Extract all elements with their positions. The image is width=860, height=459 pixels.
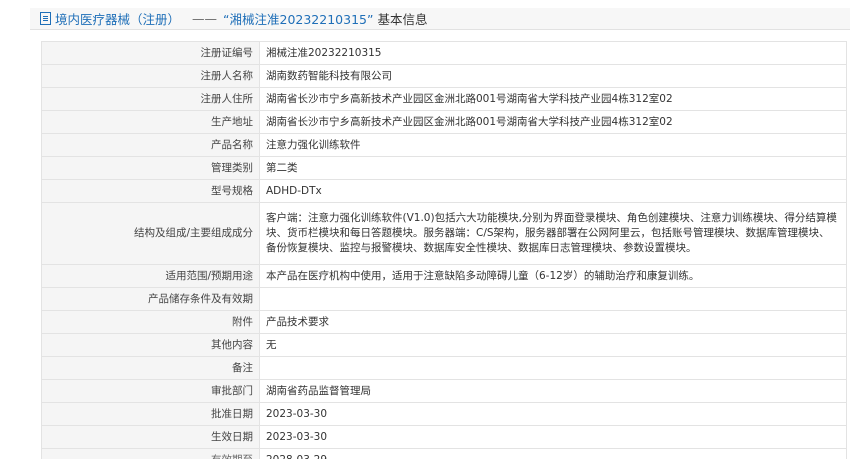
field-value: 注意力强化训练软件 [259, 133, 847, 157]
field-label: 产品名称 [41, 133, 260, 157]
field-label: 批准日期 [41, 402, 260, 426]
field-value [259, 287, 847, 311]
header-registration-number: “湘械注准20232210315” [223, 12, 374, 27]
field-value: 2023-03-30 [259, 402, 847, 426]
table-row: 管理类别 第二类 [41, 156, 847, 180]
field-value: ADHD-DTx [259, 179, 847, 203]
field-label: 审批部门 [41, 379, 260, 403]
document-icon [40, 12, 51, 25]
field-value: 湖南省长沙市宁乡高新技术产业园区金洲北路001号湖南省大学科技产业园4栋312室… [259, 87, 847, 111]
header-separator: —— [192, 11, 218, 26]
table-row: 注册人住所 湖南省长沙市宁乡高新技术产业园区金洲北路001号湖南省大学科技产业园… [41, 87, 847, 111]
field-value: 2028-03-29 [259, 448, 847, 459]
field-label: 有效期至 [41, 448, 260, 459]
table-row: 注册人名称 湖南数药智能科技有限公司 [41, 64, 847, 88]
field-label: 产品储存条件及有效期 [41, 287, 260, 311]
table-row: 其他内容 无 [41, 333, 847, 357]
field-label: 生产地址 [41, 110, 260, 134]
header-suffix: 基本信息 [377, 12, 428, 27]
field-value: 无 [259, 333, 847, 357]
table-row: 产品名称 注意力强化训练软件 [41, 133, 847, 157]
field-label: 其他内容 [41, 333, 260, 357]
field-label: 型号规格 [41, 179, 260, 203]
table-row: 附件 产品技术要求 [41, 310, 847, 334]
table-row: 生产地址 湖南省长沙市宁乡高新技术产业园区金洲北路001号湖南省大学科技产业园4… [41, 110, 847, 134]
header-category: 境内医疗器械（注册） [55, 12, 181, 27]
field-label: 注册人名称 [41, 64, 260, 88]
table-row: 备注 [41, 356, 847, 380]
table-row: 产品储存条件及有效期 [41, 287, 847, 311]
field-label: 适用范围/预期用途 [41, 264, 260, 288]
table-row: 有效期至 2028-03-29 [41, 448, 847, 459]
table-row: 结构及组成/主要组成成分 客户端：注意力强化训练软件(V1.0)包括六大功能模块… [41, 202, 847, 265]
field-value [259, 356, 847, 380]
table-row: 批准日期 2023-03-30 [41, 402, 847, 426]
field-value: 本产品在医疗机构中使用，适用于注意缺陷多动障碍儿童（6-12岁）的辅助治疗和康复… [259, 264, 847, 288]
field-label: 管理类别 [41, 156, 260, 180]
field-label: 生效日期 [41, 425, 260, 449]
table-row: 适用范围/预期用途 本产品在医疗机构中使用，适用于注意缺陷多动障碍儿童（6-12… [41, 264, 847, 288]
table-row: 型号规格 ADHD-DTx [41, 179, 847, 203]
field-value: 产品技术要求 [259, 310, 847, 334]
field-label: 备注 [41, 356, 260, 380]
field-value: 第二类 [259, 156, 847, 180]
field-value: 湘械注准20232210315 [259, 41, 847, 65]
table-row: 审批部门 湖南省药品监督管理局 [41, 379, 847, 403]
field-label: 结构及组成/主要组成成分 [41, 202, 260, 265]
field-value: 湖南省长沙市宁乡高新技术产业园区金洲北路001号湖南省大学科技产业园4栋312室… [259, 110, 847, 134]
table-row: 注册证编号 湘械注准20232210315 [41, 41, 847, 65]
info-table: 注册证编号 湘械注准20232210315 注册人名称 湖南数药智能科技有限公司… [41, 41, 847, 459]
field-value: 2023-03-30 [259, 425, 847, 449]
device-registration-page: 境内医疗器械（注册） —— “湘械注准20232210315” 基本信息 注册证… [0, 0, 860, 459]
section-header: 境内医疗器械（注册） —— “湘械注准20232210315” 基本信息 [30, 8, 850, 30]
table-row: 生效日期 2023-03-30 [41, 425, 847, 449]
field-value: 湖南省药品监督管理局 [259, 379, 847, 403]
field-label: 注册证编号 [41, 41, 260, 65]
field-value: 湖南数药智能科技有限公司 [259, 64, 847, 88]
field-label: 附件 [41, 310, 260, 334]
field-value: 客户端：注意力强化训练软件(V1.0)包括六大功能模块,分别为界面登录模块、角色… [259, 202, 847, 265]
field-label: 注册人住所 [41, 87, 260, 111]
